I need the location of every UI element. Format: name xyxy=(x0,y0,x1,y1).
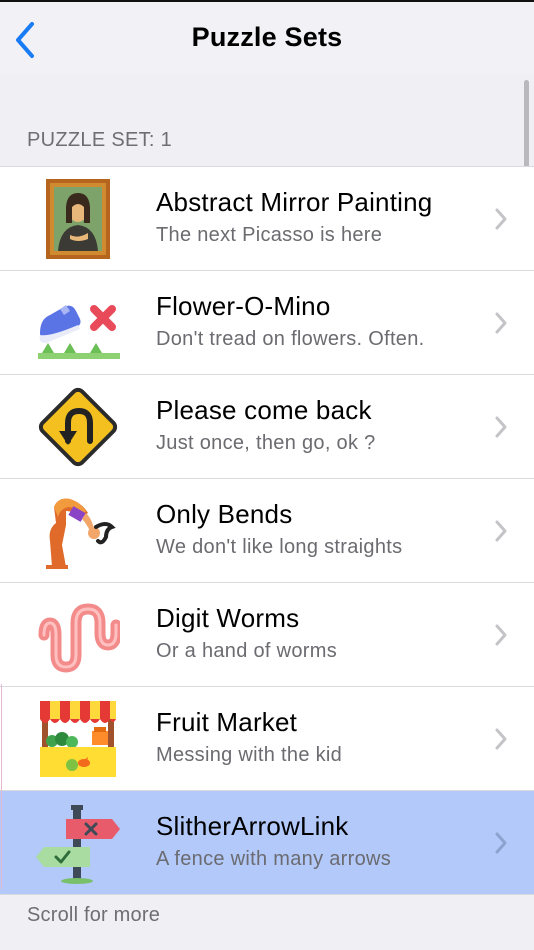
chevron-right-icon xyxy=(495,520,507,542)
item-title: Flower-O-Mino xyxy=(156,291,331,321)
section-header: PUZZLE SET: 1 xyxy=(27,129,173,151)
list-item[interactable]: Please come back Just once, then go, ok … xyxy=(0,374,534,478)
scroll-hint: Scroll for more xyxy=(27,904,161,926)
item-title: Please come back xyxy=(156,395,372,425)
item-title: SlitherArrowLink xyxy=(156,811,349,841)
signpost-icon xyxy=(36,801,120,885)
puzzle-set-list: Abstract Mirror Painting The next Picass… xyxy=(0,166,534,895)
item-title: Abstract Mirror Painting xyxy=(156,187,433,217)
u-turn-sign-icon xyxy=(36,385,120,469)
item-subtitle: Or a hand of worms xyxy=(156,640,338,662)
item-subtitle: A fence with many arrows xyxy=(156,848,392,870)
chevron-right-icon xyxy=(495,832,507,854)
item-subtitle: Don't tread on flowers. Often. xyxy=(156,328,425,350)
item-subtitle: The next Picasso is here xyxy=(156,224,383,246)
item-title: Only Bends xyxy=(156,499,293,529)
list-item[interactable]: Flower-O-Mino Don't tread on flowers. Of… xyxy=(0,270,534,374)
framed-painting-icon xyxy=(36,177,120,261)
list-item[interactable]: Only Bends We don't like long straights xyxy=(0,478,534,582)
sneaker-on-grass-icon xyxy=(36,281,120,365)
chevron-right-icon xyxy=(495,624,507,646)
chevron-right-icon xyxy=(495,728,507,750)
bending-person-icon xyxy=(36,489,120,573)
market-stall-icon xyxy=(36,697,120,781)
worm-icon xyxy=(36,593,120,677)
page-title: Puzzle Sets xyxy=(191,22,343,52)
list-bottom-divider xyxy=(0,894,534,895)
list-item[interactable]: Fruit Market Messing with the kid xyxy=(0,686,534,790)
item-subtitle: Just once, then go, ok ? xyxy=(156,432,376,454)
list-item[interactable]: Abstract Mirror Painting The next Picass… xyxy=(0,166,534,270)
item-title: Digit Worms xyxy=(156,603,300,633)
item-subtitle: We don't like long straights xyxy=(156,536,403,558)
chevron-right-icon xyxy=(495,208,507,230)
item-subtitle: Messing with the kid xyxy=(156,744,343,766)
list-item[interactable]: Digit Worms Or a hand of worms xyxy=(0,582,534,686)
chevron-right-icon xyxy=(495,416,507,438)
edge-marker xyxy=(1,684,2,889)
list-item-selected[interactable]: SlitherArrowLink A fence with many arrow… xyxy=(0,790,534,894)
item-title: Fruit Market xyxy=(156,707,298,737)
navigation-bar: Puzzle Sets xyxy=(0,2,534,74)
chevron-right-icon xyxy=(495,312,507,334)
